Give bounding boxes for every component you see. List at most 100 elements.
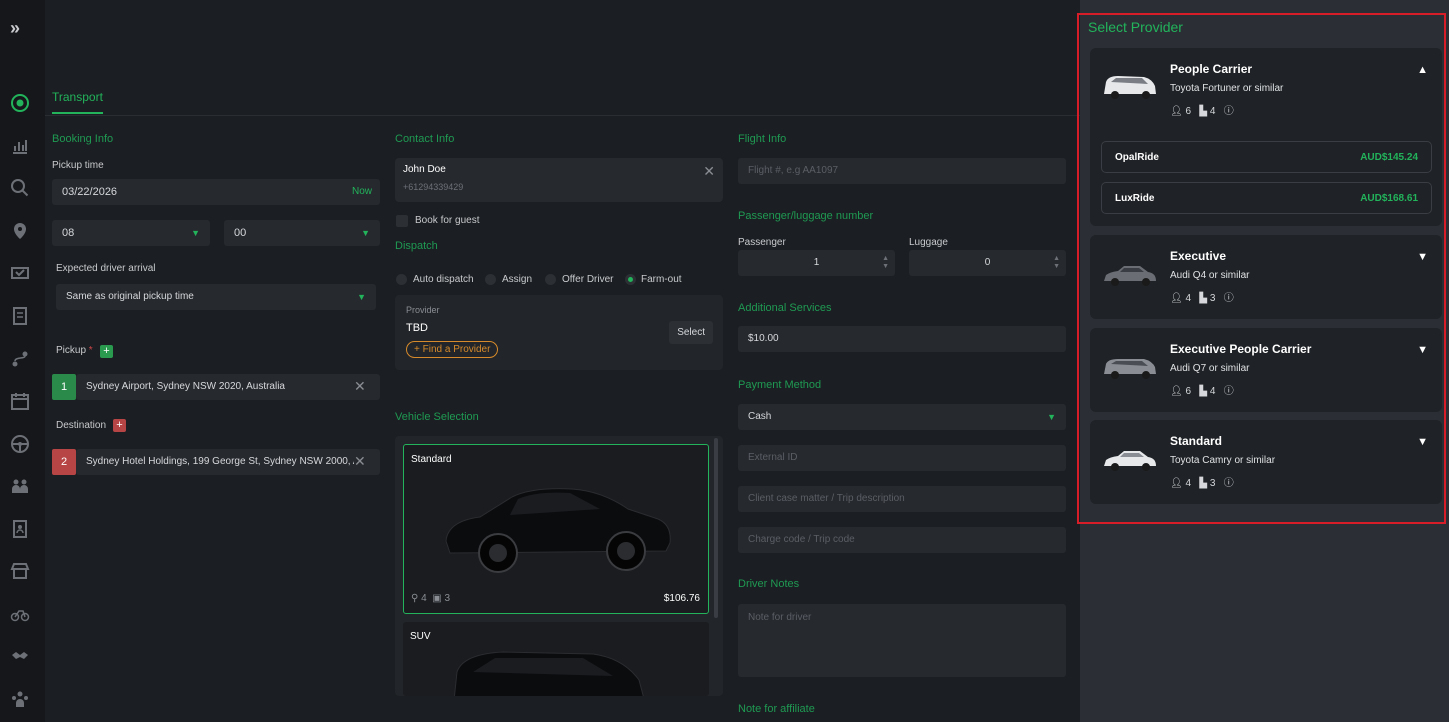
provider-card-executive-people-carrier[interactable]: Executive People Carrier Audi Q7 or simi…: [1090, 328, 1442, 412]
suv-image: [453, 651, 644, 696]
people-icon[interactable]: [10, 476, 30, 496]
sidebar: »: [0, 0, 45, 722]
clear-pickup-icon[interactable]: ✕: [354, 378, 366, 395]
external-id-input[interactable]: External ID: [738, 445, 1066, 471]
clear-contact-icon[interactable]: ✕: [703, 163, 715, 180]
vehicle-card-suv[interactable]: SUV: [403, 622, 709, 696]
bike-icon[interactable]: [10, 604, 30, 624]
driver-notes-textarea[interactable]: Note for driver: [738, 604, 1066, 677]
luggage-label: Luggage: [909, 237, 948, 248]
chevron-down-icon[interactable]: ▼: [1417, 344, 1428, 356]
client-case-input[interactable]: Client case matter / Trip description: [738, 486, 1066, 512]
main-content: Transport Booking Info Pickup time 03/22…: [45, 0, 1080, 722]
tab-bar: Transport: [45, 88, 1080, 116]
vehicle-model: Audi Q7 or similar: [1170, 363, 1250, 374]
radio-offer-driver[interactable]: [545, 274, 556, 285]
vehicle-capacity: 👤︎ 4 ▙ 3 ⓘ: [1170, 474, 1234, 489]
radio-farm-out[interactable]: [625, 274, 636, 285]
pax-count: 6: [1185, 386, 1192, 397]
provider-card-standard[interactable]: Standard Toyota Camry or similar 👤︎ 4 ▙ …: [1090, 420, 1442, 504]
driver-notes-title: Driver Notes: [738, 578, 800, 590]
suv-thumbnail: [1104, 359, 1156, 379]
provider-panel: Provider TBD + Find a Provider Select: [395, 295, 723, 370]
tab-transport[interactable]: Transport: [52, 90, 103, 114]
bag-count: 3: [444, 593, 451, 604]
pax-count: 6: [1185, 106, 1192, 117]
bag-count: 3: [1209, 293, 1216, 304]
luggage-icon: ▙: [1199, 106, 1208, 117]
contact-card[interactable]: John Doe +61294339429 ✕: [395, 158, 723, 202]
luggage-input[interactable]: 0 ▲ ▼: [909, 250, 1066, 276]
charge-code-input[interactable]: Charge code / Trip code: [738, 527, 1066, 553]
radio-auto-dispatch[interactable]: [396, 274, 407, 285]
document-icon[interactable]: [10, 306, 30, 326]
provider-card-people-carrier[interactable]: People Carrier Toyota Fortuner or simila…: [1090, 48, 1442, 226]
hour-select[interactable]: 08 ▼: [52, 220, 210, 246]
handshake-icon[interactable]: [10, 646, 30, 666]
expected-arrival-label: Expected driver arrival: [56, 263, 156, 274]
vehicle-list-scrollbar[interactable]: [714, 438, 718, 618]
ticket-icon[interactable]: [10, 263, 30, 283]
team-icon[interactable]: [10, 689, 30, 709]
vehicle-card-standard[interactable]: Standard ⚲ 4 ▣ 3 $106.76: [403, 444, 709, 614]
luggage-icon: ▙: [1199, 386, 1208, 397]
assign-label: Assign: [502, 274, 533, 285]
target-icon[interactable]: [10, 93, 30, 113]
minute-select[interactable]: 00 ▼: [224, 220, 380, 246]
additional-services-input[interactable]: $10.00: [738, 326, 1066, 352]
destination-address-field[interactable]: Sydney Hotel Holdings, 199 George St, Sy…: [76, 449, 380, 475]
now-button[interactable]: Now: [352, 186, 372, 197]
clear-destination-icon[interactable]: ✕: [354, 453, 366, 470]
suv-thumbnail: [1104, 76, 1156, 99]
pickup-date-field[interactable]: 03/22/2026 Now: [52, 179, 380, 205]
passenger-input[interactable]: 1 ▲ ▼: [738, 250, 895, 276]
search-chart-icon[interactable]: [10, 178, 30, 198]
flight-number-input[interactable]: Flight #, e.g AA1097: [738, 158, 1066, 184]
vehicle-class-name: Executive: [1170, 249, 1227, 263]
vehicle-name: SUV: [410, 631, 431, 642]
add-destination-button[interactable]: +: [113, 419, 126, 432]
pickup-number-badge: 1: [52, 374, 76, 400]
add-pickup-button[interactable]: +: [100, 345, 113, 358]
vehicle-capacity: ⚲ 4 ▣ 3: [411, 593, 450, 604]
stepper-icon[interactable]: ▲ ▼: [1053, 255, 1060, 271]
payment-method-select[interactable]: Cash ▼: [738, 404, 1066, 430]
contact-phone: +61294339429: [403, 182, 464, 192]
provider-value: TBD: [406, 322, 428, 334]
double-chevron-right-icon[interactable]: »: [10, 18, 20, 39]
person-icon: 👤︎: [1170, 293, 1183, 304]
expected-arrival-select[interactable]: Same as original pickup time ▼: [56, 284, 376, 310]
info-icon[interactable]: ⓘ: [1224, 106, 1234, 117]
location-pin-icon[interactable]: [10, 221, 30, 241]
chevron-down-icon[interactable]: ▼: [1417, 436, 1428, 448]
info-icon[interactable]: ⓘ: [1224, 386, 1234, 397]
select-provider-title: Select Provider: [1088, 19, 1183, 35]
provider-card-executive[interactable]: Executive Audi Q4 or similar 👤︎ 4 ▙ 3 ⓘ …: [1090, 235, 1442, 319]
chevron-down-icon: ▼: [191, 228, 200, 238]
provider-name: LuxRide: [1115, 193, 1155, 204]
chevron-up-icon[interactable]: ▲: [1417, 64, 1428, 76]
info-icon[interactable]: ⓘ: [1224, 478, 1234, 489]
destination-number-badge: 2: [52, 449, 76, 475]
vehicle-capacity: 👤︎ 4 ▙ 3 ⓘ: [1170, 289, 1234, 304]
steering-wheel-icon[interactable]: [10, 434, 30, 454]
hour-value: 08: [62, 227, 75, 239]
calendar-icon[interactable]: [10, 391, 30, 411]
contact-book-icon[interactable]: [10, 519, 30, 539]
person-icon: 👤︎: [1170, 386, 1183, 397]
route-icon[interactable]: [10, 349, 30, 369]
expected-arrival-value: Same as original pickup time: [66, 291, 194, 302]
radio-assign[interactable]: [485, 274, 496, 285]
book-for-guest-checkbox[interactable]: [396, 215, 408, 227]
stepper-icon[interactable]: ▲ ▼: [882, 255, 889, 271]
select-provider-button[interactable]: Select: [669, 321, 713, 344]
provider-option-opalride[interactable]: OpalRide AUD$145.24: [1101, 141, 1432, 173]
store-icon[interactable]: [10, 561, 30, 581]
chevron-down-icon[interactable]: ▼: [1417, 251, 1428, 263]
pickup-address-field[interactable]: Sydney Airport, Sydney NSW 2020, Austral…: [76, 374, 380, 400]
find-provider-button[interactable]: + Find a Provider: [406, 341, 499, 358]
chart-icon[interactable]: [10, 136, 30, 156]
provider-option-luxride[interactable]: LuxRide AUD$168.61: [1101, 182, 1432, 214]
info-icon[interactable]: ⓘ: [1224, 293, 1234, 304]
dispatch-title: Dispatch: [395, 240, 438, 252]
